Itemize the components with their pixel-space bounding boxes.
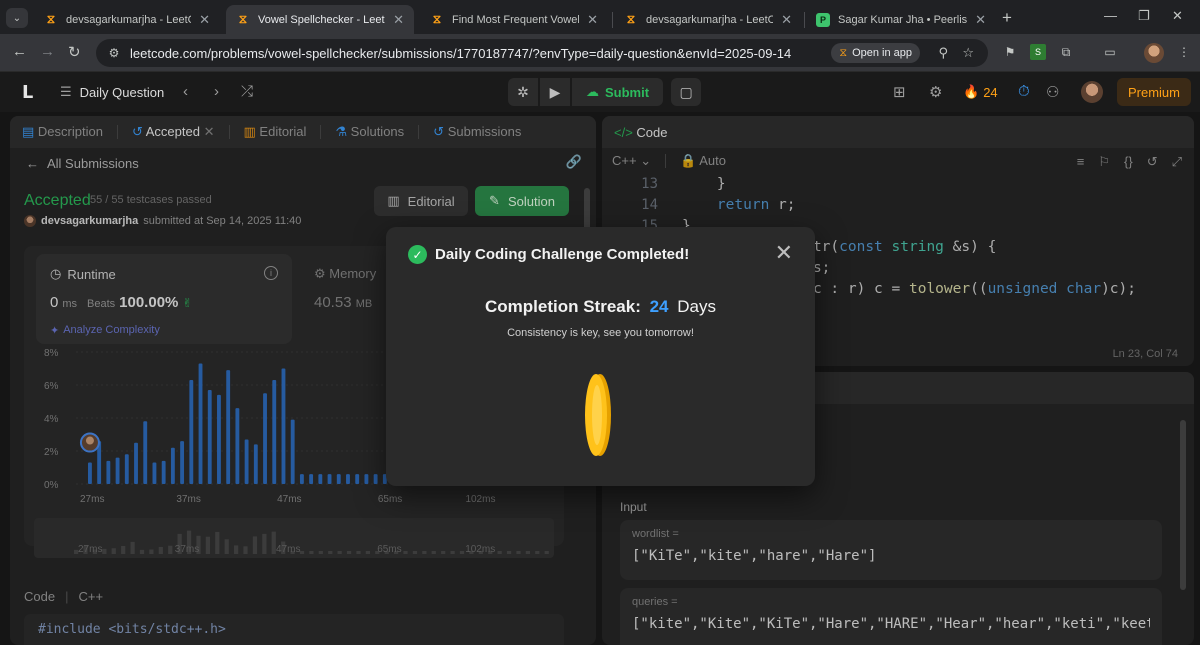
browser-tab-1[interactable]: ⧖ devsagarkumarjha - LeetCode Profile ✕ [34,5,220,34]
forward-arrow-icon[interactable]: → [40,43,55,60]
zoom-icon[interactable]: ⚲ [938,45,948,61]
close-window-icon[interactable]: ✕ [1172,8,1183,24]
user-avatar[interactable] [1081,81,1103,103]
modal-subtitle: Consistency is key, see you tomorrow! [507,327,694,339]
browser-tab-5[interactable]: P Sagar Kumar Jha • Peerlist ✕ [806,5,996,34]
browser-tab-strip: ⌄ ⧖ devsagarkumarjha - LeetCode Profile … [0,0,1200,34]
address-bar[interactable]: ⚙ leetcode.com/problems/vowel-spellcheck… [96,39,988,67]
minimize-window-icon[interactable]: — [1104,8,1117,23]
streak-counter[interactable]: 🔥 24 [963,84,998,100]
leetcode-favicon-icon: ⧖ [626,12,636,26]
notes-icon[interactable]: ▢ [671,78,702,106]
leetcode-top-nav: ᒪ ☰ Daily Question ‹ › ⤮ ✲ ▶ ☁ Submit ▢ … [0,72,1200,112]
run-play-icon[interactable]: ▶ [540,78,570,106]
leetcode-favicon-icon: ⧖ [238,12,248,26]
tab-search-button[interactable]: ⌄ [6,8,28,28]
close-tab-icon[interactable]: ✕ [199,12,210,28]
url-text[interactable]: leetcode.com/problems/vowel-spellchecker… [130,46,791,61]
leetcode-favicon-icon: ⧖ [46,12,56,26]
browser-tab-4[interactable]: ⧖ devsagarkumarjha - LeetCode Profile ✕ [614,5,802,34]
leetcode-logo-icon[interactable]: ᒪ [22,82,40,102]
timer-icon[interactable]: ⏱ [1018,83,1030,100]
reload-icon[interactable]: ↻ [68,43,81,61]
browser-menu-icon[interactable]: ⋮ [1176,44,1192,60]
close-tab-icon[interactable]: ✕ [975,12,986,28]
daily-challenge-modal: ✓ Daily Coding Challenge Completed! ✕ Co… [386,227,815,486]
extensions-puzzle-icon[interactable]: ⧉ [1058,44,1074,60]
cloud-upload-icon: ☁ [586,84,599,99]
fire-icon: 🔥 [963,84,980,99]
bookmark-star-icon[interactable]: ☆ [962,45,974,61]
close-icon[interactable]: ✕ [775,242,793,264]
settings-gear-icon[interactable]: ⚙ [929,83,942,101]
new-tab-button[interactable]: + [1002,8,1012,28]
peerlist-favicon-icon: P [816,12,830,27]
close-tab-icon[interactable]: ✕ [587,12,598,28]
next-problem-chevron-icon[interactable]: › [214,83,219,100]
chevron-down-icon: ⌄ [12,12,22,24]
browser-tab-3[interactable]: ⧖ Find Most Frequent Vowel and Consonant… [420,5,608,34]
leetcode-app-icon: ⧖ [839,46,848,59]
shuffle-icon[interactable]: ⤮ [241,83,253,100]
browser-profile-avatar[interactable] [1144,43,1164,63]
submit-button[interactable]: ☁ Submit [572,78,664,106]
daily-question-nav[interactable]: ☰ Daily Question [60,84,164,100]
run-submit-bar: ✲ ▶ ☁ Submit ▢ [508,78,702,106]
layout-grid-icon[interactable]: ⊞ [893,83,906,101]
side-panel-icon[interactable]: ▭ [1102,44,1118,60]
extension-flag-icon[interactable]: ⚑ [1002,44,1018,60]
back-arrow-icon[interactable]: ← [12,43,27,60]
tab-separator [612,12,613,28]
close-tab-icon[interactable]: ✕ [781,12,792,28]
leetcode-favicon-icon: ⧖ [432,12,442,26]
restore-window-icon[interactable]: ❐ [1138,8,1150,24]
open-in-app-button[interactable]: ⧖ Open in app [831,43,920,63]
tab-separator [804,12,805,28]
premium-button[interactable]: Premium [1117,78,1191,106]
check-circle-icon: ✓ [408,245,427,264]
list-icon: ☰ [60,84,72,99]
spinning-coin-icon [585,374,611,456]
prev-problem-chevron-icon[interactable]: ‹ [183,83,188,100]
debug-bug-icon[interactable]: ✲ [508,78,538,106]
browser-toolbar: ← → ↻ ⚙ leetcode.com/problems/vowel-spel… [0,34,1200,72]
modal-header: ✓ Daily Coding Challenge Completed! [408,245,689,264]
site-info-icon[interactable]: ⚙ [106,45,122,61]
extension-sheet-icon[interactable]: S [1030,44,1046,60]
completion-streak: Completion Streak: 24 Days [485,297,716,316]
add-friend-icon[interactable]: ⚇ [1046,83,1059,101]
close-tab-icon[interactable]: ✕ [393,12,404,28]
browser-tab-2-active[interactable]: ⧖ Vowel Spellchecker - LeetCode ✕ [226,5,414,34]
modal-title: Daily Coding Challenge Completed! [435,246,690,263]
